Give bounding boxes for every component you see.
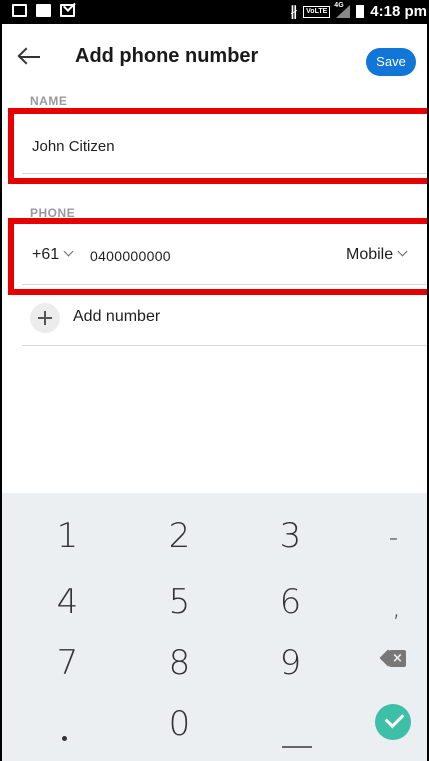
image-icon	[36, 4, 51, 17]
key-space[interactable]	[282, 746, 312, 748]
arrow-left-icon[interactable]	[16, 44, 42, 70]
key-9[interactable]: 9	[237, 630, 344, 696]
add-number-divider	[22, 345, 427, 346]
status-time: 4:18 pm	[370, 3, 427, 20]
phone-highlight-box	[8, 218, 427, 295]
key-8[interactable]: 8	[126, 630, 233, 696]
name-highlight-box	[8, 108, 427, 184]
key-comma[interactable]: ,	[343, 575, 427, 641]
key-0[interactable]: 0	[126, 691, 233, 757]
gallery-icon	[12, 4, 27, 17]
network-type: 4G	[334, 2, 344, 9]
add-number-button[interactable]: Add number	[30, 300, 410, 336]
add-number-label: Add number	[73, 308, 161, 325]
status-bar: ∦ VoLTE 4G 4:18 pm	[2, 0, 427, 24]
key-3[interactable]: 3	[237, 503, 344, 569]
key-2[interactable]: 2	[126, 503, 233, 569]
signal-icon: 4G	[334, 2, 351, 18]
key-minus[interactable]: -	[340, 505, 427, 571]
key-5[interactable]: 5	[126, 569, 233, 635]
key-1[interactable]: 1	[14, 503, 121, 569]
key-6[interactable]: 6	[237, 569, 344, 635]
plus-icon	[30, 303, 60, 333]
name-label: NAME	[30, 94, 68, 105]
page-title: Add phone number	[75, 45, 259, 67]
backspace-icon[interactable]: ×	[379, 649, 406, 667]
save-button[interactable]: Save	[366, 48, 416, 76]
battery-icon	[356, 5, 365, 18]
message-icon	[60, 4, 75, 17]
app-screen: ∦ VoLTE 4G 4:18 pm Add phone number Save…	[0, 0, 429, 761]
check-icon[interactable]	[375, 704, 411, 740]
volte-badge: VoLTE	[303, 5, 331, 18]
key-4[interactable]: 4	[14, 569, 121, 635]
numeric-keypad: 1 2 3 - 4 5 6 , 7 8 9 × 0	[2, 493, 427, 761]
app-bar: Add phone number Save	[2, 24, 427, 94]
key-dot[interactable]	[62, 736, 67, 741]
key-7[interactable]: 7	[14, 630, 121, 696]
bluetooth-icon: ∦	[290, 3, 298, 19]
